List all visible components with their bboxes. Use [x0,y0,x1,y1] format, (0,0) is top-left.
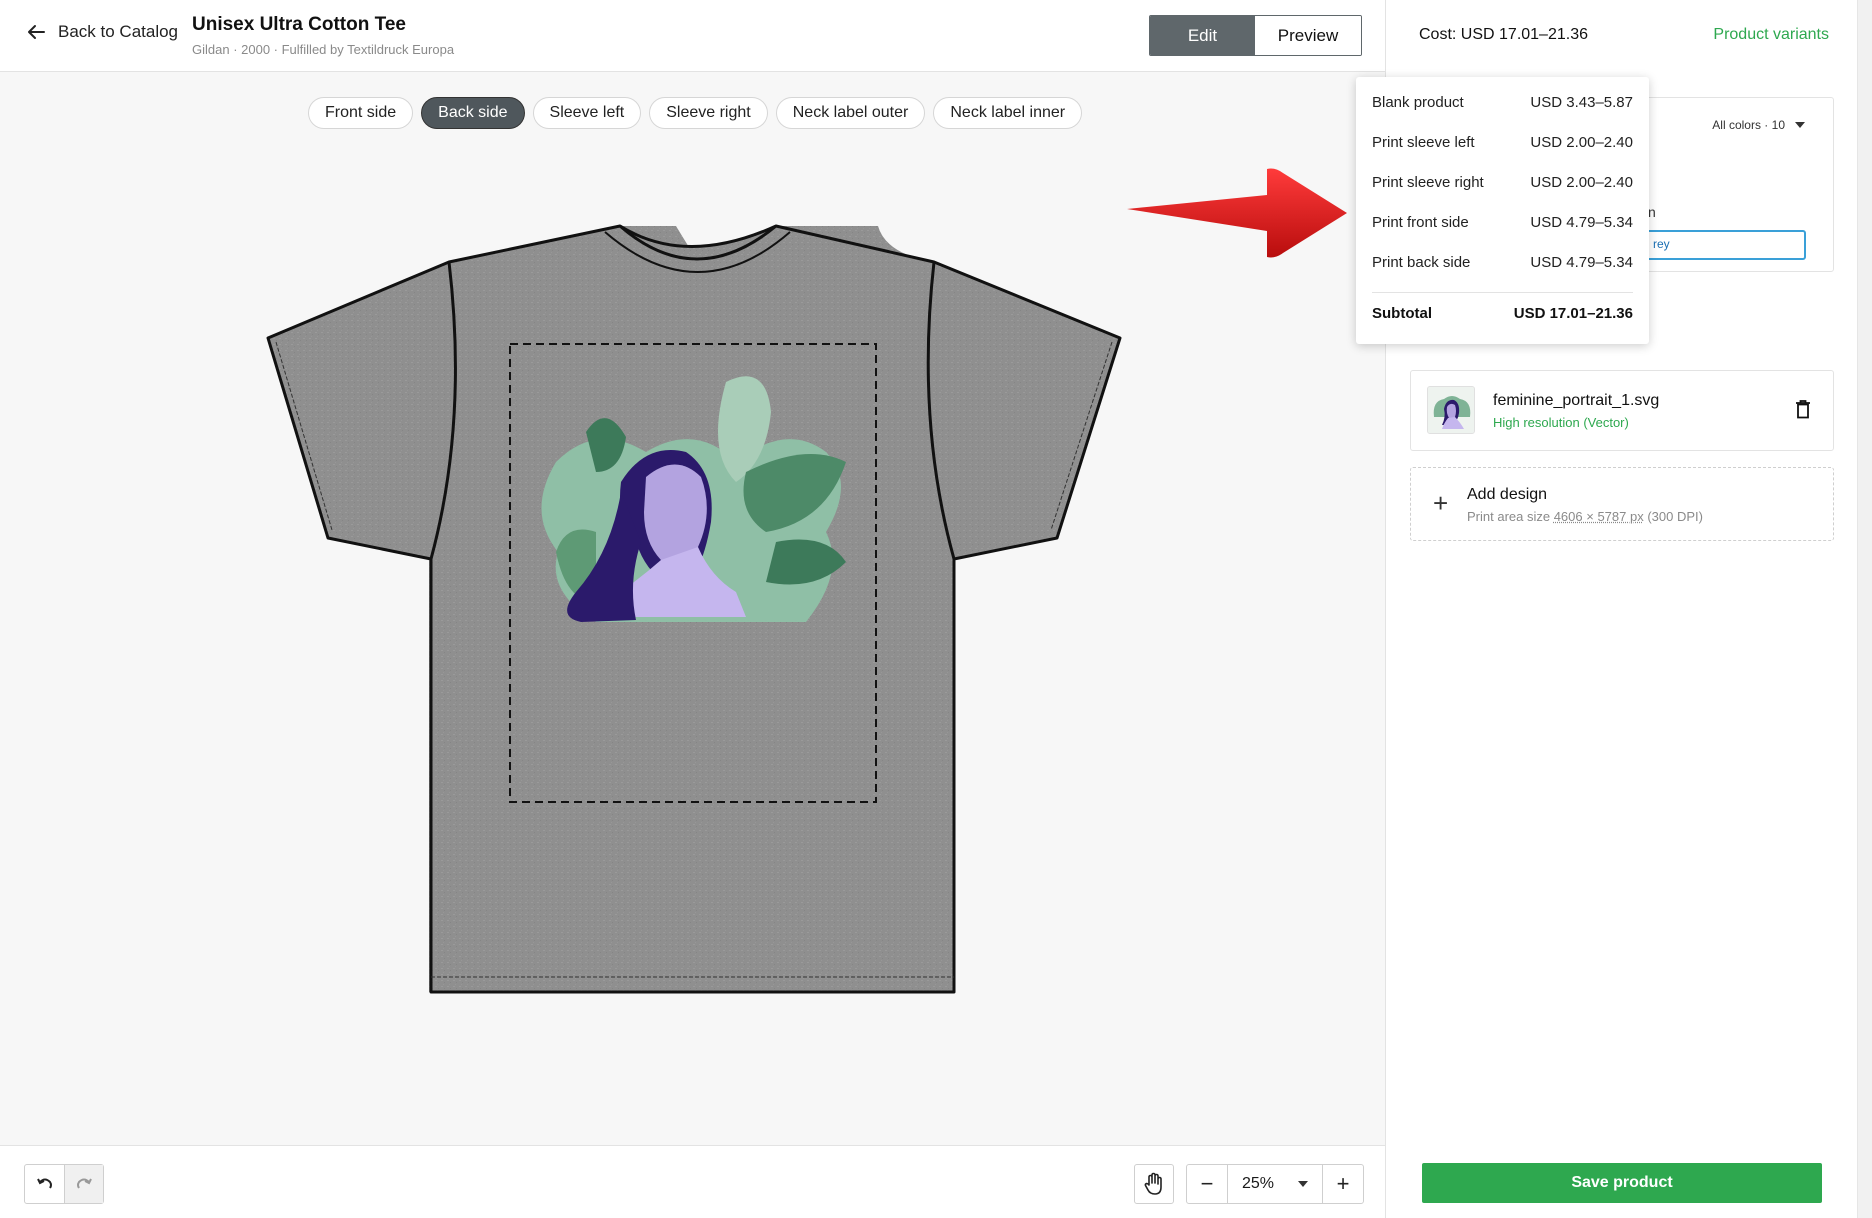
page-scrollbar[interactable] [1857,0,1872,1218]
edit-mode-button[interactable]: Edit [1150,16,1255,55]
print-area-dimensions: 4606 × 5787 px [1553,509,1644,524]
subtotal-value: USD 17.01–21.36 [1513,305,1633,322]
trash-icon [1796,400,1810,419]
product-variants-link[interactable]: Product variants [1713,26,1829,44]
bottom-toolbar: − 25% + [0,1145,1385,1218]
cost-row-value: USD 2.00–2.40 [1530,134,1633,151]
tab-sleeve-left[interactable]: Sleeve left [532,97,642,129]
tab-neck-label-outer[interactable]: Neck label outer [775,97,926,129]
tshirt-mockup [266,224,1122,994]
back-label: Back to Catalog [58,22,179,41]
top-bar: Back to Catalog Unisex Ultra Cotton Tee … [0,0,1385,72]
product-subtitle: Gildan · 2000 · Fulfilled by Textildruck… [192,42,455,57]
redo-button[interactable] [64,1165,103,1203]
product-title-block: Unisex Ultra Cotton Tee Gildan · 2000 · … [192,14,454,57]
partial-label: n [1648,204,1656,220]
cost-row-value: USD 2.00–2.40 [1530,174,1633,191]
cost-row: Print front side USD 4.79–5.34 [1372,214,1633,231]
cost-row-label: Blank product [1372,94,1464,111]
cost-row-label: Print back side [1372,254,1471,271]
print-area-prefix: Print area size [1467,509,1554,524]
zoom-level-select[interactable]: 25% [1227,1165,1323,1203]
print-side-tabs: Front side Back side Sleeve left Sleeve … [308,97,1083,129]
mode-toggle: Edit Preview [1149,15,1362,56]
zoom-in-button[interactable]: + [1323,1165,1363,1203]
design-thumbnail-image [1428,387,1474,433]
cost-row: Print sleeve left USD 2.00–2.40 [1372,134,1633,151]
subtotal-row: Subtotal USD 17.01–21.36 [1372,305,1633,322]
design-file-name: feminine_portrait_1.svg [1493,392,1660,409]
cost-row-value: USD 4.79–5.34 [1530,254,1633,271]
plus-icon: + [1433,488,1449,518]
history-controls [24,1164,104,1204]
add-design-button[interactable]: + Add design Print area size 4606 × 5787… [1410,467,1834,541]
chevron-down-icon [1298,1181,1308,1187]
back-to-catalog-link[interactable]: Back to Catalog [26,22,178,42]
cost-row-label: Print sleeve left [1372,134,1475,151]
zoom-controls: − 25% + [1186,1164,1364,1204]
panel-header: Cost: USD 17.01–21.36 Product variants [1386,0,1858,72]
save-product-button[interactable]: Save product [1422,1163,1822,1203]
print-area-size-info: Print area size 4606 × 5787 px (300 DPI) [1467,509,1703,524]
zoom-out-button[interactable]: − [1187,1165,1227,1203]
redo-icon [77,1178,92,1189]
print-area-dpi: (300 DPI) [1643,509,1703,524]
undo-button[interactable] [25,1165,64,1203]
tab-sleeve-right[interactable]: Sleeve right [649,97,768,129]
cost-row-value: USD 3.43–5.87 [1530,94,1633,111]
zoom-level-value: 25% [1242,1175,1275,1192]
arrow-left-icon [28,25,45,39]
colors-select[interactable]: All colors · 10 [1712,118,1805,132]
product-title: Unisex Ultra Cotton Tee [192,14,406,35]
design-thumbnail [1427,386,1475,434]
chevron-down-icon [1795,122,1805,128]
add-design-title: Add design [1467,486,1548,503]
design-list-item[interactable]: feminine_portrait_1.svg High resolution … [1410,370,1834,451]
annotation-arrow-icon [1127,168,1347,258]
cost-row: Print back side USD 4.79–5.34 [1372,254,1633,271]
popover-divider [1372,292,1633,293]
pan-tool-button[interactable] [1134,1164,1174,1204]
undo-icon [36,1178,52,1189]
cost-row: Blank product USD 3.43–5.87 [1372,94,1633,111]
subtotal-label: Subtotal [1372,305,1432,322]
delete-design-button[interactable] [1795,399,1811,424]
cost-row-label: Print sleeve right [1372,174,1484,191]
cost-row-value: USD 4.79–5.34 [1530,214,1633,231]
tab-neck-label-inner[interactable]: Neck label inner [933,97,1083,129]
cost-summary[interactable]: Cost: USD 17.01–21.36 [1419,26,1588,44]
cost-breakdown-popover: Blank product USD 3.43–5.87 Print sleeve… [1356,77,1649,344]
design-resolution: High resolution (Vector) [1493,415,1629,430]
hand-icon [1144,1172,1162,1195]
tab-front-side[interactable]: Front side [308,97,414,129]
cost-row-label: Print front side [1372,214,1469,231]
preview-mode-button[interactable]: Preview [1255,16,1361,55]
cost-row: Print sleeve right USD 2.00–2.40 [1372,174,1633,191]
colors-select-value: All colors · 10 [1712,118,1785,132]
tab-back-side[interactable]: Back side [421,97,525,129]
